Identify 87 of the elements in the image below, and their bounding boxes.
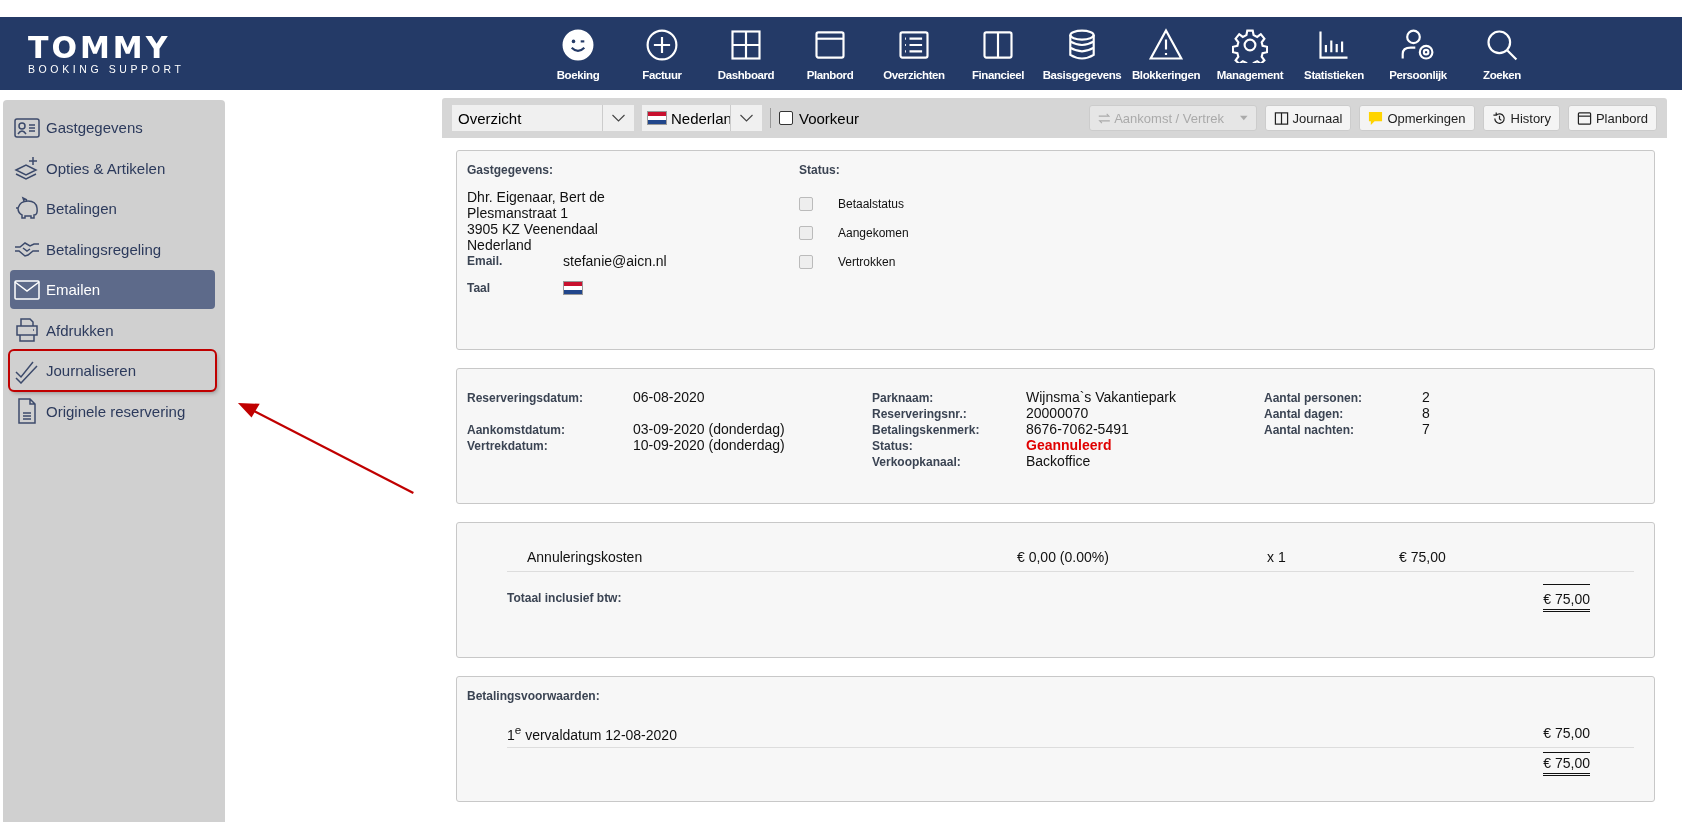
toolbar-button[interactable]: History [1482,105,1560,131]
field-label: Aantal nachten: [1264,423,1355,437]
checkbox-label: Vertrokken [838,254,896,269]
sidebar-item[interactable]: Journaliseren [10,351,215,390]
total-label: Totaal inclusief btw: [507,591,622,605]
logo-tagline: BOOKING SUPPORT [28,62,185,75]
sidebar-item[interactable]: Betalingen [10,189,215,228]
address-line: Nederland [467,237,533,253]
cost-amount: € 75,00 [1399,549,1446,565]
flag-icon [563,281,583,295]
cost-description: Annuleringskosten [527,549,644,565]
nav-item[interactable]: Financieel [956,26,1040,81]
field-value: Geannuleerd [1026,437,1112,453]
flag-icon [647,111,667,125]
piggy-bank-icon [14,195,40,222]
field-label: Aantal dagen: [1264,407,1345,421]
field-label: Reserveringsnr.: [872,407,968,421]
field-value: Wijnsma`s Vakantiepark [1026,389,1176,405]
field-label: Aantal personen: [1264,391,1363,405]
field-label: Vertrekdatum: [467,439,549,453]
section-heading: Betalingsvoorwaarden: [467,689,601,703]
field-label: Betalingskenmerk: [872,423,981,437]
sidebar-item[interactable]: Betalingsregeling [10,229,215,269]
cost-price: € 0,00 (0.00%) [1017,549,1110,565]
field-value: 8676-7062-5491 [1026,421,1129,437]
field-value: 03-09-2020 (donderdag) [633,421,785,437]
status-checkbox[interactable] [799,196,813,211]
field-value: Backoffice [1026,453,1091,469]
nav-item[interactable]: Basisgegevens [1040,26,1124,81]
field-value: 06-08-2020 [633,389,705,405]
sidebar-item[interactable]: Gastgegevens [10,108,215,147]
address-line: Plesmanstraat 1 [467,205,570,221]
window-icon [1576,110,1592,126]
field-label: Status: [872,439,914,453]
nav-item[interactable]: Boeking [536,26,620,81]
toolbar-button[interactable]: Opmerkingen [1359,105,1475,131]
field-value: 8 [1422,405,1430,421]
nav-item[interactable]: Statistieken [1292,26,1376,81]
field-label: Taal [467,281,492,295]
nav-item[interactable]: Dashboard [704,26,788,81]
view-select[interactable]: Overzicht [452,105,634,131]
section-heading: Status: [799,163,841,177]
field-value: 7 [1422,421,1430,437]
address-line: 3905 KZ Veenendaal [467,221,599,237]
logo-wordmark: TOMMY [28,32,171,63]
field-label: Aankomstdatum: [467,423,566,437]
field-label: Parknaam: [872,391,935,405]
sidebar-item[interactable]: Opties & Artikelen [10,148,215,188]
email-value: stefanie@aicn.nl [563,253,667,269]
sidebar-item[interactable]: Originele reservering [10,391,215,431]
total-amount: € 75,00 [1543,584,1590,612]
field-label: Email. [467,254,504,268]
preference-checkbox[interactable]: Voorkeur [779,109,860,127]
printer-icon [14,317,40,343]
warning-icon [1148,26,1184,63]
caret-icon [1240,115,1248,121]
nav-item[interactable]: Zoeken [1460,26,1544,81]
nav-item[interactable]: Factuur [620,26,704,81]
nav-item[interactable]: Persoonlijk [1376,26,1460,81]
checkbox-label: Aangekomen [838,225,909,240]
address-line: Dhr. Eigenaar, Bert de [467,189,606,205]
field-value: 10-09-2020 (donderdag) [633,437,785,453]
toolbar-button[interactable]: Journaal [1264,105,1352,131]
comment-icon [1368,110,1384,126]
field-value: 20000070 [1026,405,1089,421]
section-heading: Gastgegevens: [467,163,555,177]
nav-item[interactable]: Overzichten [872,26,956,81]
columns-icon [1273,110,1289,126]
field-label: Verkoopkanaal: [872,455,962,469]
language-select[interactable]: Nederlan [642,105,762,131]
toolbar-button[interactable]: Planbord [1567,105,1657,131]
layers-plus-icon [14,155,40,181]
field-value: 2 [1422,389,1430,405]
due-date-line: 1$^{e}$ vervaldatum 12-08-2020 [507,723,677,743]
status-checkbox[interactable] [799,254,813,269]
nav-item[interactable]: Blokkeringen [1124,26,1208,81]
cost-quantity: x 1 [1267,549,1287,565]
field-label: Reserveringsdatum: [467,391,585,405]
due-amount: € 75,00 [1543,725,1590,741]
history-icon [1491,110,1507,126]
nav-item[interactable]: Planbord [788,26,872,81]
status-checkbox[interactable] [799,225,813,240]
checkbox-label: Betaalstatus [838,196,905,211]
sidebar-item[interactable]: Emailen [10,270,215,309]
nav-item[interactable]: Management [1208,26,1292,81]
sidebar-item[interactable]: Afdrukken [10,310,215,350]
total-amount: € 75,00 [1543,752,1590,776]
